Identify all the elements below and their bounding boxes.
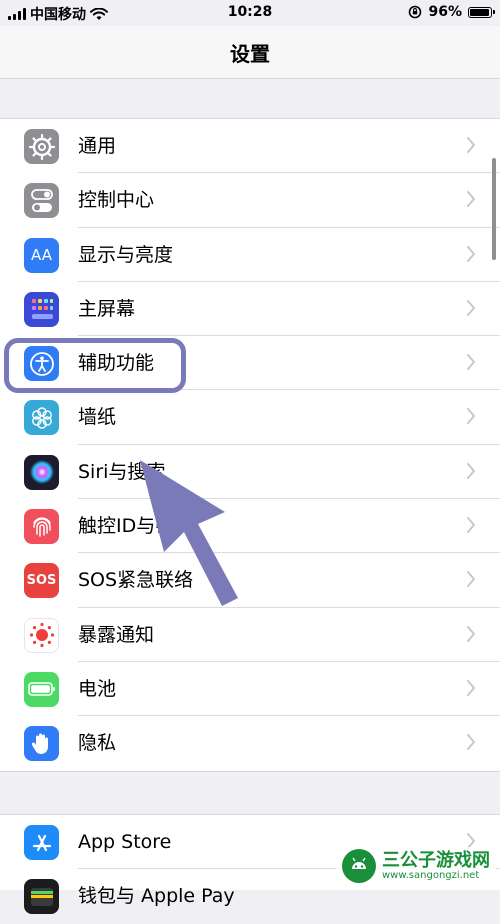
status-right: 96% (408, 4, 495, 20)
settings-group-1: 通用 控制中心 AA 显示与亮度 主屏幕 辅助功能 墙纸 Siri与搜索 触控I… (0, 118, 500, 772)
watermark-text: 三公子游戏网 www.sangongzi.net (382, 849, 490, 882)
app-store-icon (24, 825, 59, 860)
status-bar: 中国移动 10:28 96% (0, 0, 500, 26)
settings-row-label: 钱包与 Apple Pay (78, 885, 235, 908)
home-grid-icon (24, 291, 59, 327)
chevron-right-icon (467, 245, 475, 262)
settings-row-home-screen[interactable]: 主屏幕 (0, 282, 500, 337)
chevron-right-icon (467, 191, 475, 208)
settings-row-label: 控制中心 (78, 189, 155, 212)
watermark-logo-icon (342, 849, 376, 883)
chevron-right-icon (467, 571, 475, 588)
watermark-url: www.sangongzi.net (382, 870, 480, 882)
settings-row-label: 通用 (78, 135, 117, 157)
chevron-right-icon (467, 679, 475, 696)
gear-icon (24, 129, 59, 164)
flower-icon (24, 400, 59, 436)
chevron-right-icon (467, 354, 475, 371)
chevron-right-icon (467, 408, 475, 425)
site-watermark: 三公子游戏网 www.sangongzi.net (336, 847, 496, 885)
hand-icon (24, 726, 59, 762)
settings-row-wallpaper[interactable]: 墙纸 (0, 390, 500, 445)
battery-percent: 96% (428, 4, 462, 20)
settings-row-general[interactable]: 通用 (0, 119, 500, 174)
toggle-icon (24, 183, 59, 219)
battery-fill (470, 8, 490, 16)
chevron-right-icon (467, 625, 475, 642)
chevron-right-icon (467, 137, 475, 153)
watermark-name: 三公子游戏网 (382, 849, 490, 871)
settings-row-label: 墙纸 (78, 406, 117, 429)
settings-row-control-center[interactable]: 控制中心 (0, 173, 500, 228)
highlight-annotation (4, 338, 186, 393)
sos-icon: SOS (24, 563, 59, 599)
sos-glyph: SOS (26, 573, 57, 589)
exposure-icon (24, 617, 59, 653)
settings-row-label: 主屏幕 (78, 297, 136, 320)
arrow-annotation (140, 460, 238, 606)
settings-row-label: 暴露通知 (78, 623, 155, 646)
battery-status-icon (468, 6, 495, 18)
text-size-icon: AA (24, 237, 59, 273)
rotation-lock-icon (409, 5, 422, 19)
settings-row-display[interactable]: AA 显示与亮度 (0, 228, 500, 282)
text-size-glyph: AA (31, 246, 52, 265)
settings-row-label: App Store (78, 831, 172, 853)
settings-row-label: 隐私 (78, 732, 117, 755)
battery-icon (24, 671, 59, 707)
wallet-icon (24, 879, 59, 915)
page-title: 设置 (230, 41, 270, 66)
settings-row-label: 显示与亮度 (78, 243, 174, 266)
chevron-right-icon (467, 299, 475, 316)
settings-row-battery[interactable]: 电池 (0, 662, 500, 717)
chevron-right-icon (467, 734, 475, 751)
nav-bar: 设置 (0, 26, 500, 79)
settings-row-exposure-notifications[interactable]: 暴露通知 (0, 608, 500, 662)
settings-row-label: 电池 (78, 677, 117, 700)
settings-row-privacy[interactable]: 隐私 (0, 716, 500, 770)
fingerprint-icon (24, 509, 59, 545)
chevron-right-icon (467, 517, 475, 534)
scroll-indicator[interactable] (492, 158, 496, 260)
siri-icon (24, 454, 59, 490)
chevron-right-icon (467, 462, 475, 479)
